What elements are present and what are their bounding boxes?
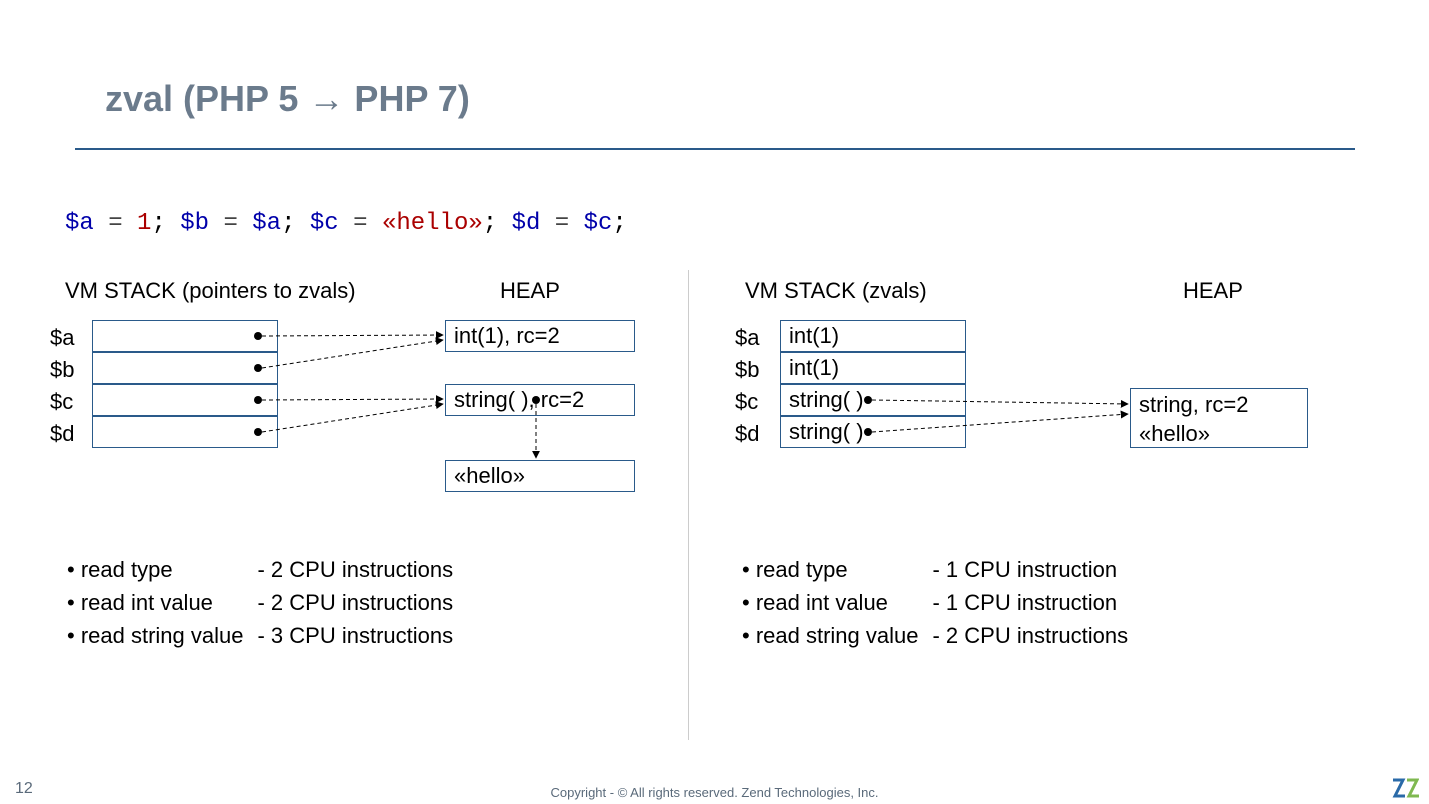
- right-heap-line2: «hello»: [1139, 420, 1299, 449]
- title-divider: [75, 148, 1355, 150]
- zend-logo-icon: [1391, 778, 1419, 798]
- left-cell-d: [92, 416, 278, 448]
- left-heap-hello: «hello»: [445, 460, 635, 492]
- left-heap-int: int(1), rc=2: [445, 320, 635, 352]
- right-cell-d: string( ): [780, 416, 966, 448]
- left-heap-header: HEAP: [500, 278, 560, 304]
- code-example: $a = 1; $b = $a; $c = «hello»; $d = $c;: [65, 210, 627, 237]
- left-cell-c: [92, 384, 278, 416]
- right-heap-line1: string, rc=2: [1139, 391, 1299, 420]
- right-heap-header: HEAP: [1183, 278, 1243, 304]
- right-var-c: $c: [735, 389, 758, 415]
- left-var-d: $d: [50, 421, 74, 447]
- right-cell-b: int(1): [780, 352, 966, 384]
- left-cell-b: [92, 352, 278, 384]
- right-var-b: $b: [735, 357, 759, 383]
- right-heap-box: string, rc=2 «hello»: [1130, 388, 1308, 448]
- left-var-b: $b: [50, 357, 74, 383]
- center-divider: [688, 270, 689, 740]
- slide-title: zval (PHP 5 → PHP 7): [105, 78, 470, 120]
- left-bullets: read type- 2 CPU instructions read int v…: [65, 553, 467, 653]
- right-cell-c: string( ): [780, 384, 966, 416]
- left-var-a: $a: [50, 325, 74, 351]
- left-stack-header: VM STACK (pointers to zvals): [65, 278, 356, 304]
- right-var-a: $a: [735, 325, 759, 351]
- left-cell-a: [92, 320, 278, 352]
- right-cell-a: int(1): [780, 320, 966, 352]
- left-heap-str: string( ), rc=2: [445, 384, 635, 416]
- right-bullets: read type- 1 CPU instruction read int va…: [740, 553, 1142, 653]
- page-number: 12: [15, 780, 33, 798]
- right-var-d: $d: [735, 421, 759, 447]
- footer-copyright: Copyright - © All rights reserved. Zend …: [0, 785, 1429, 800]
- left-var-c: $c: [50, 389, 73, 415]
- right-stack-header: VM STACK (zvals): [745, 278, 927, 304]
